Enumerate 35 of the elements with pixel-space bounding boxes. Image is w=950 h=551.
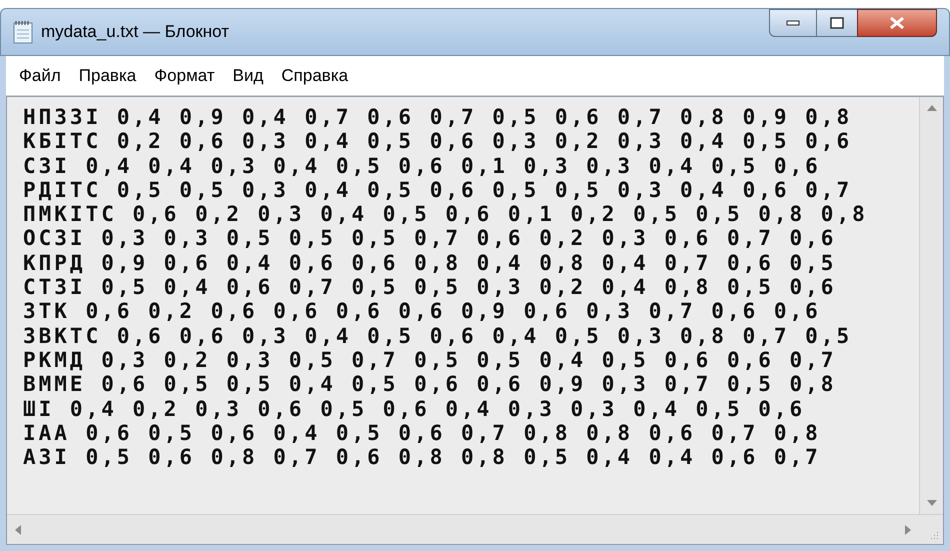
notepad-icon: [13, 20, 33, 44]
menu-item[interactable]: Правка: [70, 62, 146, 88]
text-line: ЗВКТС 0,6 0,6 0,3 0,4 0,5 0,6 0,4 0,5 0,3 0,8 0,7 0,5: [23, 324, 852, 348]
text-line: РКМД 0,3 0,2 0,3 0,5 0,7 0,5 0,5 0,4 0,5 0,6 0,6 0,7: [23, 348, 836, 372]
menu-item[interactable]: Формат: [145, 62, 224, 88]
text-line: ІАА 0,6 0,5 0,6 0,4 0,5 0,6 0,7 0,8 0,8 0,6 0,7 0,8: [23, 420, 821, 446]
minimize-icon: [786, 20, 800, 26]
text-line: ОСЗІ 0,3 0,3 0,5 0,5 0,5 0,7 0,6 0,2 0,3 0,6 0,7 0,6: [23, 226, 836, 251]
close-icon: [889, 16, 905, 30]
maximize-button[interactable]: [817, 9, 857, 37]
text-line: ШІ 0,4 0,2 0,3 0,6 0,5 0,6 0,4 0,3 0,3 0,4 0,5 0,6: [23, 396, 806, 421]
scroll-right-icon[interactable]: [905, 524, 911, 534]
text-line: СТЗІ 0,5 0,4 0,6 0,7 0,5 0,5 0,3 0,2 0,4 0,8 0,5 0,6: [23, 275, 836, 300]
scroll-left-icon[interactable]: [15, 524, 21, 534]
scroll-down-icon[interactable]: [926, 500, 936, 506]
menu-item[interactable]: Файл: [10, 62, 70, 88]
text-line: КБІТС 0,2 0,6 0,3 0,4 0,5 0,6 0,3 0,2 0,3 0,4 0,5 0,6: [23, 129, 852, 154]
text-line: ЗТК 0,6 0,2 0,6 0,6 0,6 0,6 0,9 0,6 0,3 0,7 0,6 0,6: [23, 299, 821, 324]
text-line: СЗІ 0,4 0,4 0,3 0,4 0,5 0,6 0,1 0,3 0,3 0,4 0,5 0,6: [23, 154, 821, 178]
text-line: РДІТС 0,5 0,5 0,3 0,4 0,5 0,6 0,5 0,5 0,3 0,4 0,6 0,7: [23, 178, 852, 202]
window-title: mydata_u.txt — Блокнот: [41, 21, 229, 44]
minimize-button[interactable]: [769, 9, 817, 37]
text-line: АЗІ 0,5 0,6 0,8 0,7 0,6 0,8 0,8 0,5 0,4 0,4 0,6 0,7: [23, 445, 821, 470]
text-line: ПМКІТС 0,6 0,2 0,3 0,4 0,5 0,6 0,1 0,2 0,5 0,5 0,8 0,8: [23, 202, 868, 226]
resize-grip-icon[interactable]: [929, 530, 939, 540]
close-button[interactable]: [857, 9, 937, 37]
menu-item[interactable]: Вид: [224, 62, 272, 88]
maximize-icon: [830, 17, 844, 29]
text-line: ВММЕ 0,6 0,5 0,5 0,4 0,5 0,6 0,6 0,9 0,3 0,7 0,5 0,8: [23, 372, 836, 397]
text-line: НПЗЗІ 0,4 0,9 0,4 0,7 0,6 0,7 0,5 0,6 0,7 0,8 0,9 0,8: [23, 105, 852, 130]
vertical-scrollbar[interactable]: [919, 97, 943, 514]
text-line: КПРД 0,9 0,6 0,4 0,6 0,6 0,8 0,4 0,8 0,4 0,7 0,6 0,5: [23, 250, 836, 276]
horizontal-scrollbar[interactable]: [7, 515, 919, 544]
scroll-up-icon[interactable]: [926, 105, 936, 111]
menu-item[interactable]: Справка: [272, 62, 358, 88]
